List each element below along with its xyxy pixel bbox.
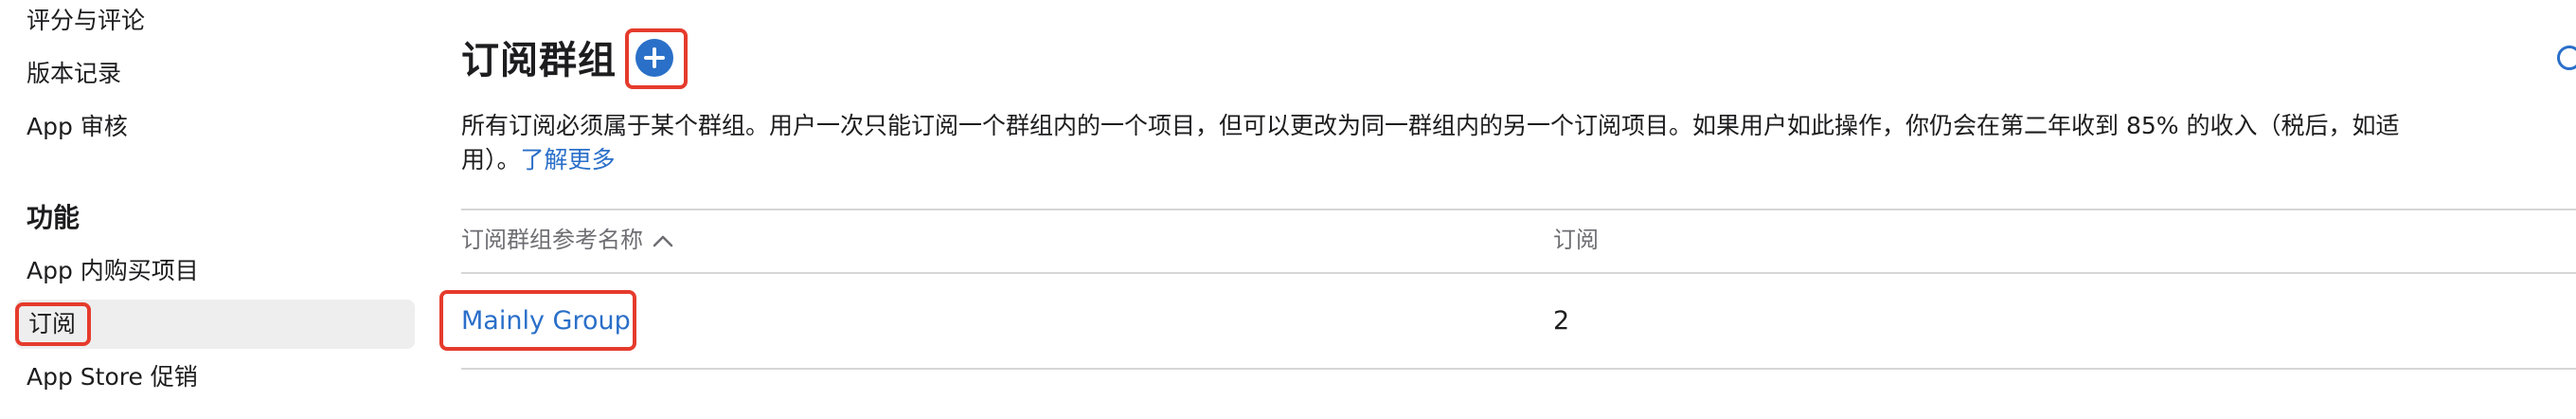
sidebar-item-app-review[interactable]: App 审核 <box>27 108 128 146</box>
column-header-subscriptions[interactable]: 订阅 <box>1553 224 1599 256</box>
add-subscription-group-button[interactable] <box>635 39 673 77</box>
sidebar-item-app-store-promotions[interactable]: App Store 促销 <box>27 358 198 396</box>
sidebar: 评分与评论 版本记录 App 审核 功能 App 内购买项目 订阅 App St… <box>0 0 417 419</box>
description-line-1: 所有订阅必须属于某个群组。用户一次只能订阅一个群组内的一个项目，但可以更改为同一… <box>461 112 2400 139</box>
sidebar-item-in-app-purchases[interactable]: App 内购买项目 <box>27 252 199 290</box>
description-line-2: 用）。了解更多 <box>461 142 616 178</box>
plus-circle-icon <box>644 47 665 68</box>
table-top-divider <box>461 209 2576 210</box>
sidebar-section-heading-features: 功能 <box>27 202 80 233</box>
sidebar-item-ratings-reviews[interactable]: 评分与评论 <box>27 2 145 40</box>
sidebar-item-version-history[interactable]: 版本记录 <box>27 55 121 93</box>
subscription-count: 2 <box>1553 306 1570 336</box>
page-title: 订阅群组 <box>461 39 617 82</box>
sidebar-item-subscriptions-label[interactable]: 订阅 <box>15 302 91 346</box>
sidebar-next-item-peek <box>27 411 83 419</box>
table-header-divider <box>461 272 2576 274</box>
column-header-group-name[interactable]: 订阅群组参考名称 <box>461 224 673 256</box>
search-icon[interactable] <box>2557 46 2576 70</box>
learn-more-link[interactable]: 了解更多 <box>521 146 616 173</box>
chevron-up-icon <box>653 235 673 247</box>
app-store-connect-page: 评分与评论 版本记录 App 审核 功能 App 内购买项目 订阅 App St… <box>0 0 2576 419</box>
description-line-2-text: 用）。 <box>461 146 521 173</box>
table-row-divider <box>461 368 2576 370</box>
subscription-group-link[interactable]: Mainly Group <box>461 304 631 338</box>
column-header-group-name-label: 订阅群组参考名称 <box>461 227 643 253</box>
